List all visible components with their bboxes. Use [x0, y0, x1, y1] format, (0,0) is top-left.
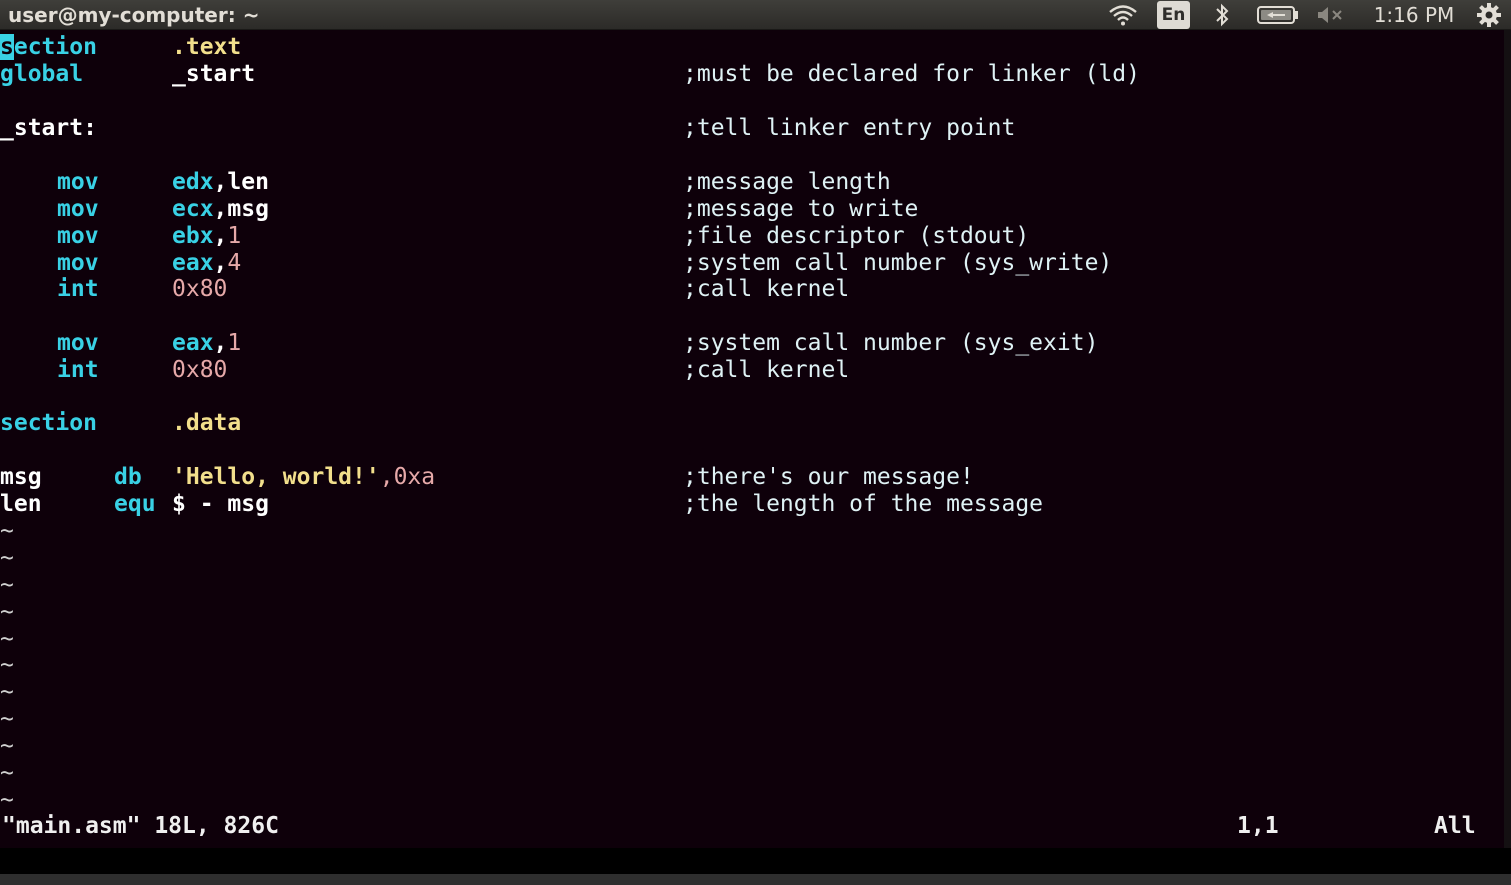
top-panel: user@my-computer: ~ En 1:16 PM: [0, 0, 1511, 30]
comment: ;system call number (sys_exit): [683, 330, 1099, 356]
expression: $ - msg: [172, 491, 269, 517]
wifi-icon[interactable]: [1106, 0, 1140, 30]
directive: db: [114, 464, 142, 490]
section-name: .data: [172, 410, 242, 436]
cursor-position: 1,1: [1237, 813, 1279, 839]
code-line: mov eax,4 ;system call number (sys_write…: [0, 250, 1511, 277]
operands: eax,1: [172, 330, 242, 356]
symbol: _start: [172, 61, 256, 87]
code-line: section .text: [0, 34, 1511, 61]
empty-line-marker: ~: [0, 626, 14, 652]
section-name: .text: [172, 34, 242, 60]
code-line: section .data: [0, 410, 1511, 437]
empty-line-marker: ~: [0, 733, 14, 759]
directive: equ: [114, 491, 156, 517]
code-line: global _start ;must be declared for link…: [0, 61, 1511, 88]
section-directive: section: [0, 34, 97, 60]
comment: ;system call number (sys_write): [683, 250, 1113, 276]
comment: ;must be declared for linker (ld): [683, 61, 1140, 87]
taskbar-strip: [0, 874, 1511, 885]
empty-line-marker: ~: [0, 679, 14, 705]
window-title: user@my-computer: ~: [8, 3, 260, 27]
empty-line-marker: ~: [0, 545, 14, 571]
code-line: mov edx,len ;message length: [0, 169, 1511, 196]
opcode: int: [57, 276, 99, 302]
comment: ;message length: [683, 169, 891, 195]
clock[interactable]: 1:16 PM: [1366, 0, 1462, 30]
operands: ecx,msg: [172, 196, 269, 222]
empty-line-marker: ~: [0, 787, 14, 813]
operands: 'Hello, world!',0xa: [172, 464, 436, 490]
empty-line-marker: ~: [0, 706, 14, 732]
text-cursor: s: [0, 34, 14, 60]
operand: 0x80: [172, 357, 228, 383]
vim-status-line: "main.asm" 18L, 826C 1,1 All: [0, 812, 1511, 840]
code-line: mov eax,1 ;system call number (sys_exit): [0, 330, 1511, 357]
comment: ;there's our message!: [683, 464, 974, 490]
code-line: msg db 'Hello, world!',0xa ;there's our …: [0, 464, 1511, 491]
file-info: "main.asm" 18L, 826C: [2, 813, 279, 839]
comment: ;file descriptor (stdout): [683, 223, 1030, 249]
opcode: mov: [57, 223, 99, 249]
battery-icon[interactable]: [1254, 0, 1302, 30]
section-directive: section: [0, 410, 97, 436]
language-label: En: [1161, 5, 1186, 25]
code-line: int 0x80 ;call kernel: [0, 276, 1511, 303]
keyboard-language-indicator[interactable]: En: [1157, 1, 1190, 29]
bottom-border: [0, 848, 1511, 885]
operands: edx,len: [172, 169, 269, 195]
opcode: int: [57, 357, 99, 383]
bluetooth-icon[interactable]: [1208, 0, 1236, 30]
desktop-screen: user@my-computer: ~ En 1:16 PM section .…: [0, 0, 1511, 885]
code-line: int 0x80 ;call kernel: [0, 357, 1511, 384]
code-line: _start: ;tell linker entry point: [0, 115, 1511, 142]
label: _start:: [0, 115, 97, 141]
operands: ebx,1: [172, 223, 242, 249]
gear-icon[interactable]: [1472, 0, 1506, 30]
comment: ;the length of the message: [683, 491, 1044, 517]
opcode: mov: [57, 250, 99, 276]
global-directive: global: [0, 61, 84, 87]
code-line: mov ebx,1 ;file descriptor (stdout): [0, 223, 1511, 250]
label: len: [0, 491, 42, 517]
opcode: mov: [57, 196, 99, 222]
label: msg: [0, 464, 42, 490]
empty-line-marker: ~: [0, 599, 14, 625]
empty-line-marker: ~: [0, 518, 14, 544]
comment: ;message to write: [683, 196, 919, 222]
empty-line-marker: ~: [0, 572, 14, 598]
empty-line-marker: ~: [0, 760, 14, 786]
comment: ;call kernel: [683, 276, 850, 302]
operand: 0x80: [172, 276, 228, 302]
opcode: mov: [57, 330, 99, 356]
window-edge: [1504, 30, 1511, 848]
scroll-indicator: All: [1434, 813, 1476, 839]
operands: eax,4: [172, 250, 242, 276]
comment: ;tell linker entry point: [683, 115, 1016, 141]
vim-editor-buffer[interactable]: section .text global _start ;must be dec…: [0, 32, 1511, 826]
comment: ;call kernel: [683, 357, 850, 383]
opcode: mov: [57, 169, 99, 195]
empty-line-marker: ~: [0, 652, 14, 678]
code-line: len equ $ - msg ;the length of the messa…: [0, 491, 1511, 518]
volume-muted-icon[interactable]: [1313, 0, 1349, 30]
code-line: mov ecx,msg ;message to write: [0, 196, 1511, 223]
